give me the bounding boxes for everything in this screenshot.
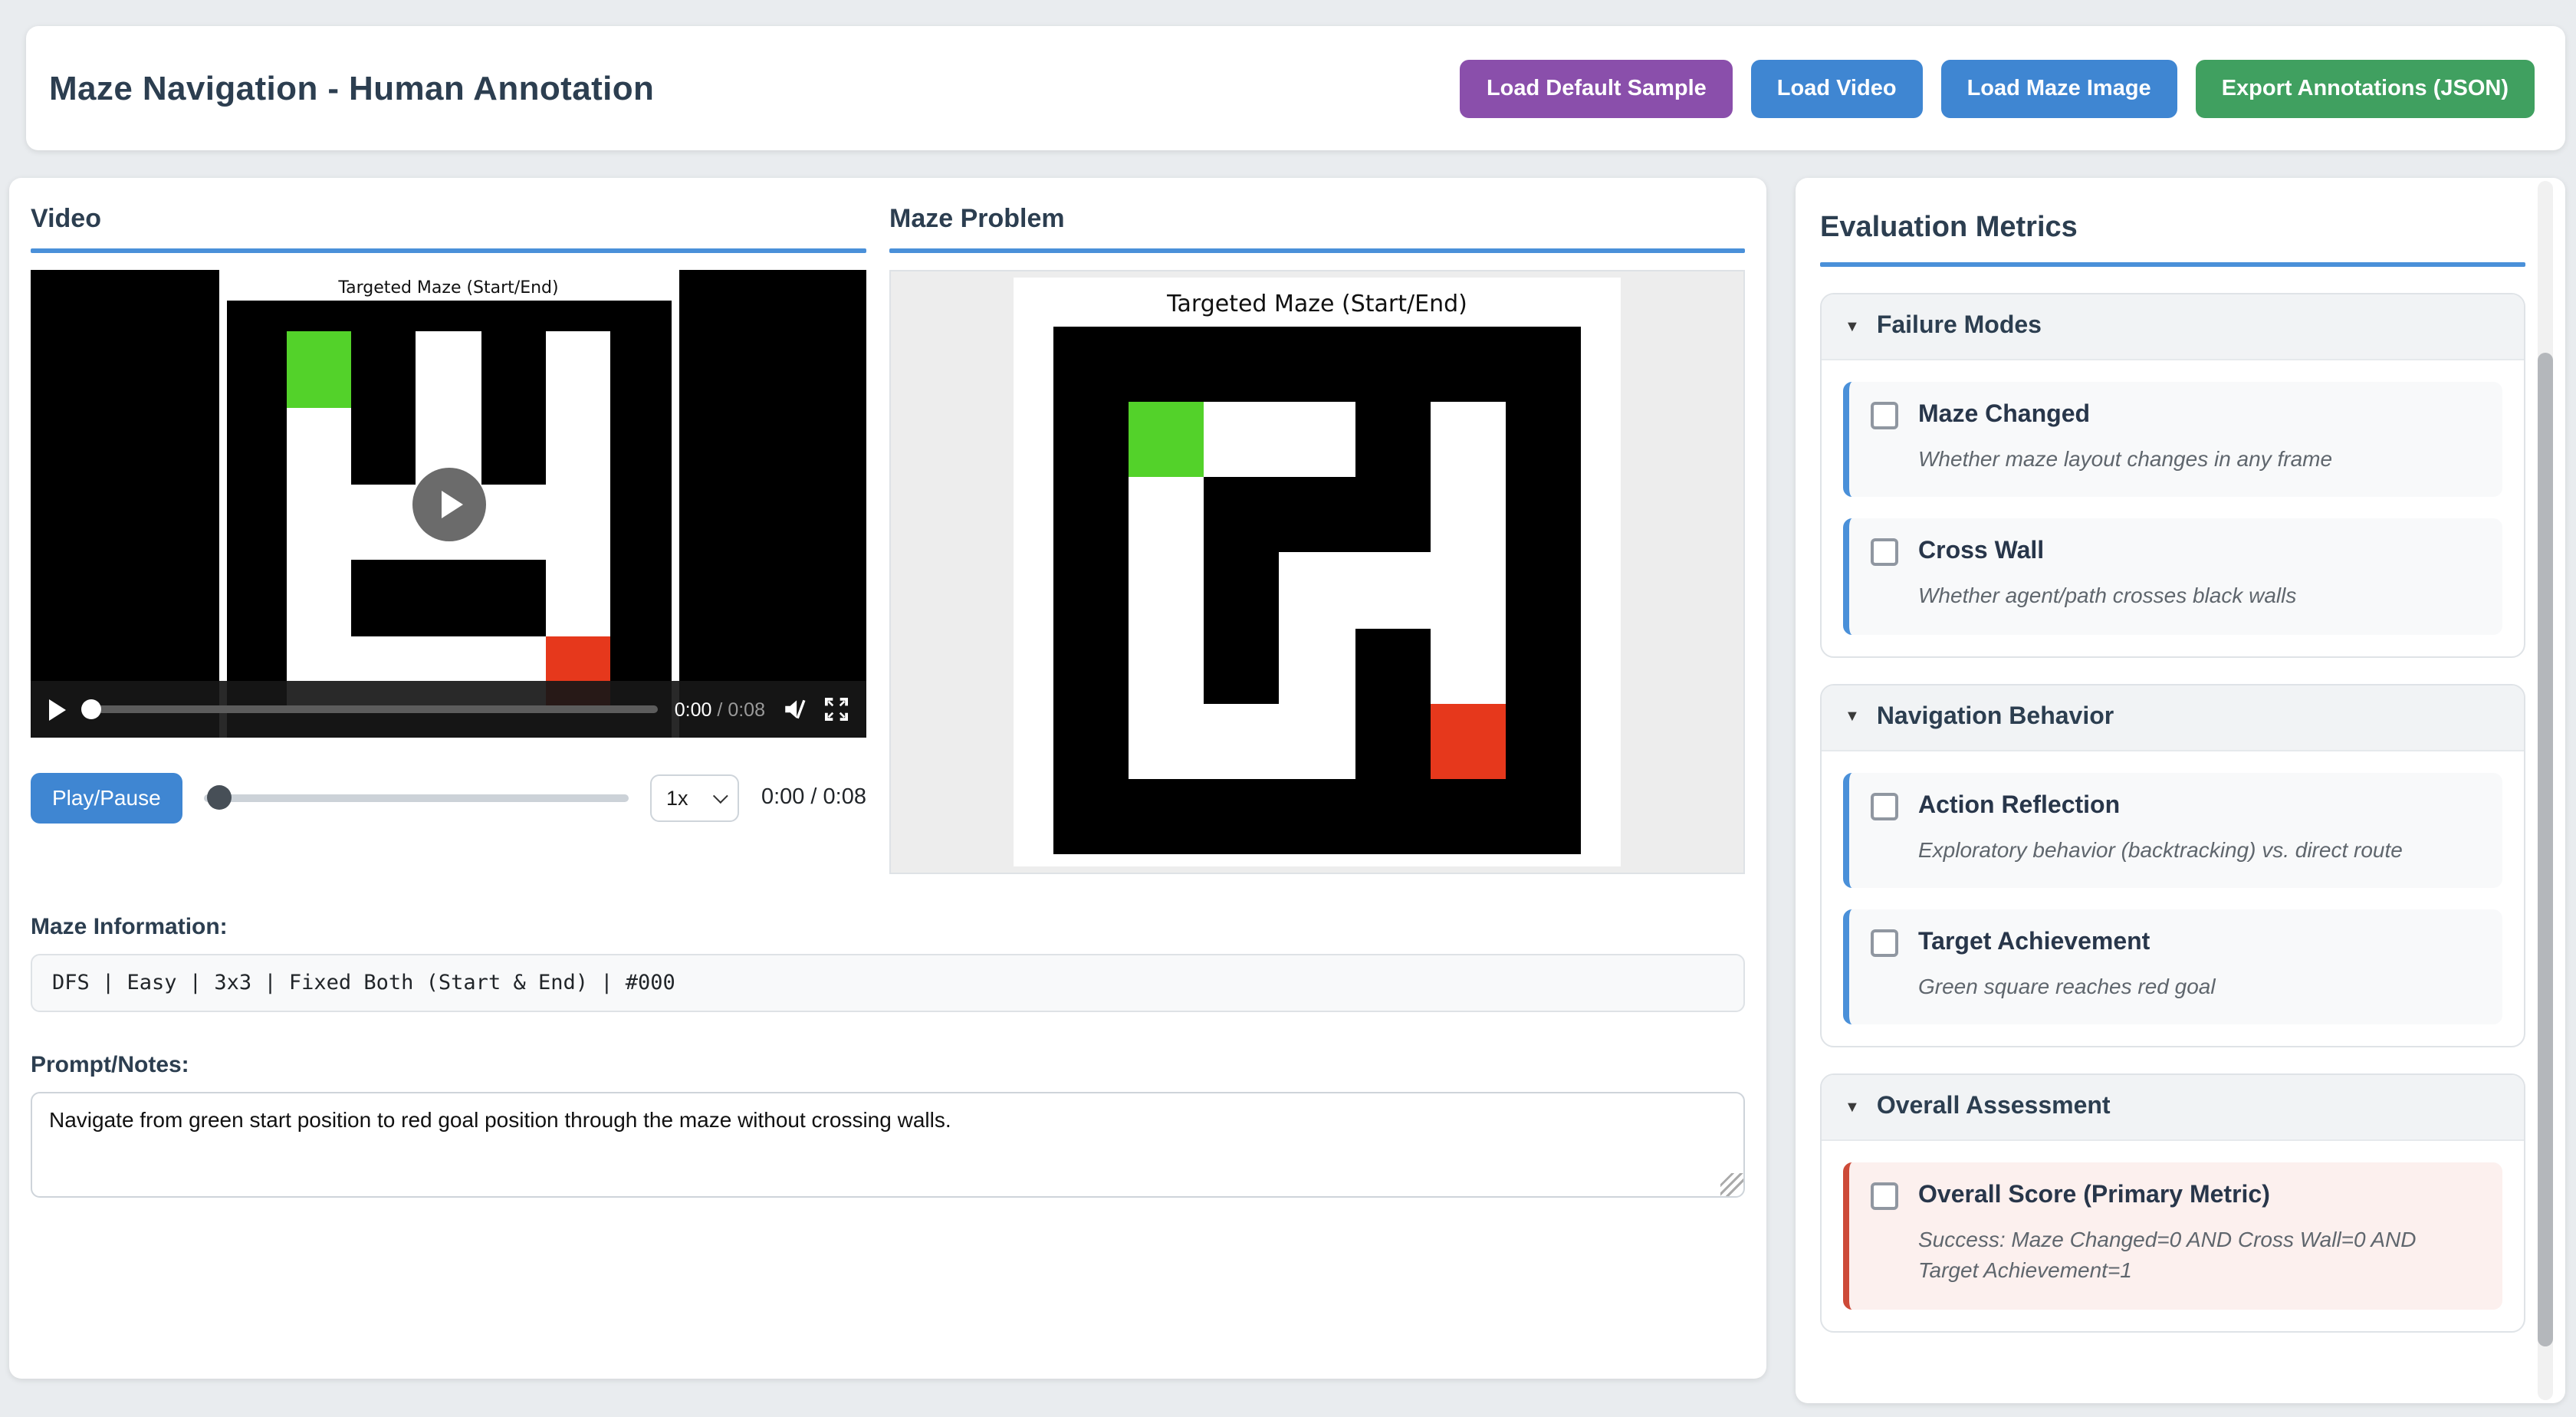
header-bar: Maze Navigation - Human Annotation Load …	[26, 26, 2565, 150]
section-navigation-behavior: ▼ Navigation Behavior Action Reflection …	[1820, 683, 2525, 1047]
seek-slider[interactable]	[204, 785, 629, 810]
chevron-down-icon	[714, 787, 729, 803]
section-body: Maze Changed Whether maze layout changes…	[1822, 360, 2524, 656]
load-maze-image-button[interactable]: Load Maze Image	[1941, 59, 2177, 117]
video-panel-underline	[31, 248, 866, 253]
maze-problem-box: Targeted Maze (Start/End)	[889, 270, 1745, 874]
section-failure-modes: ▼ Failure Modes Maze Changed Whether maz…	[1820, 293, 2525, 657]
prompt-notes-textarea[interactable]: Navigate from green start position to re…	[31, 1092, 1745, 1198]
metric-description: Green square reaches red goal	[1918, 971, 2481, 1002]
play-pause-button[interactable]: Play/Pause	[31, 772, 182, 823]
video-progress-bar[interactable]	[83, 705, 658, 713]
metrics-scrollbar-track[interactable]	[2538, 181, 2553, 1400]
metric-item-target-achievement: Target Achievement Green square reaches …	[1843, 909, 2502, 1025]
seek-slider-thumb[interactable]	[207, 785, 232, 810]
video-time-display: 0:00 / 0:08	[675, 699, 765, 720]
collapse-triangle-icon: ▼	[1845, 708, 1860, 725]
maze-problem-figure: Targeted Maze (Start/End)	[1014, 278, 1621, 866]
metric-description: Whether agent/path crosses black walls	[1918, 580, 2481, 612]
metric-item-action-reflection: Action Reflection Exploratory behavior (…	[1843, 772, 2502, 888]
metrics-scrollbar-thumb[interactable]	[2538, 353, 2553, 1346]
evaluation-metrics-panel: Evaluation Metrics ▼ Failure Modes Maze …	[1796, 178, 2565, 1403]
playback-controls-row: Play/Pause 1x 0:00 / 0:08	[31, 771, 866, 824]
metric-description: Success: Maze Changed=0 AND Cross Wall=0…	[1918, 1224, 2481, 1286]
section-header-failure-modes[interactable]: ▼ Failure Modes	[1822, 294, 2524, 360]
fullscreen-icon[interactable]	[825, 698, 848, 721]
maze-problem-graphic	[1053, 327, 1581, 854]
playback-speed-value: 1x	[666, 786, 688, 809]
video-control-bar: 0:00 / 0:08	[31, 681, 866, 738]
play-icon[interactable]	[49, 699, 66, 720]
maze-problem-underline	[889, 248, 1745, 253]
section-overall-assessment: ▼ Overall Assessment Overall Score (Prim…	[1820, 1073, 2525, 1332]
collapse-triangle-icon: ▼	[1845, 318, 1860, 335]
section-title: Navigation Behavior	[1877, 703, 2114, 731]
playback-speed-select[interactable]: 1x	[651, 774, 740, 821]
video-panel: Video Targeted Maze (Start/End)	[31, 199, 866, 874]
video-progress-knob[interactable]	[81, 699, 101, 719]
section-title: Overall Assessment	[1877, 1093, 2111, 1121]
mute-icon[interactable]	[782, 696, 808, 722]
metric-label: Cross Wall	[1918, 539, 2044, 567]
maze-information-label: Maze Information:	[31, 914, 1745, 940]
maze-problem-title: Maze Problem	[889, 199, 1745, 235]
load-default-sample-button[interactable]: Load Default Sample	[1460, 59, 1733, 117]
playback-time-display: 0:00 / 0:08	[761, 785, 866, 810]
video-current-time: 0:00	[675, 699, 712, 720]
maze-information-value: DFS | Easy | 3x3 | Fixed Both (Start & E…	[31, 954, 1745, 1012]
action-reflection-checkbox[interactable]	[1871, 792, 1898, 820]
export-annotations-button[interactable]: Export Annotations (JSON)	[2196, 59, 2535, 117]
video-play-overlay-button[interactable]	[412, 467, 485, 541]
overall-score-checkbox[interactable]	[1871, 1182, 1898, 1210]
collapse-triangle-icon: ▼	[1845, 1099, 1860, 1116]
maze-problem-panel: Maze Problem Targeted Maze (Start/End)	[889, 199, 1745, 874]
metric-label: Overall Score (Primary Metric)	[1918, 1182, 2270, 1210]
metric-label: Action Reflection	[1918, 792, 2120, 820]
video-figure-title: Targeted Maze (Start/End)	[226, 273, 671, 301]
metric-item-overall-score: Overall Score (Primary Metric) Success: …	[1843, 1162, 2502, 1309]
target-achievement-checkbox[interactable]	[1871, 929, 1898, 957]
page-title: Maze Navigation - Human Annotation	[49, 68, 654, 108]
evaluation-metrics-underline	[1820, 262, 2525, 267]
section-header-navigation-behavior[interactable]: ▼ Navigation Behavior	[1822, 685, 2524, 751]
header-buttons: Load Default Sample Load Video Load Maze…	[1460, 59, 2535, 117]
maze-figure-title: Targeted Maze (Start/End)	[1167, 284, 1467, 327]
metric-label: Maze Changed	[1918, 402, 2090, 429]
play-icon	[441, 490, 462, 518]
video-panel-title: Video	[31, 199, 866, 235]
evaluation-metrics-title: Evaluation Metrics	[1820, 202, 2525, 245]
metric-item-maze-changed: Maze Changed Whether maze layout changes…	[1843, 382, 2502, 498]
video-duration: 0:08	[728, 699, 765, 720]
time-separator: /	[717, 699, 722, 720]
metric-description: Whether maze layout changes in any frame	[1918, 443, 2481, 475]
app-viewport: Maze Navigation - Human Annotation Load …	[0, 0, 2576, 1417]
metric-item-cross-wall: Cross Wall Whether agent/path crosses bl…	[1843, 519, 2502, 635]
section-body: Overall Score (Primary Metric) Success: …	[1822, 1141, 2524, 1330]
prompt-notes-label: Prompt/Notes:	[31, 1052, 1745, 1078]
section-body: Action Reflection Exploratory behavior (…	[1822, 751, 2524, 1046]
maze-changed-checkbox[interactable]	[1871, 402, 1898, 429]
annotation-workspace: Video Targeted Maze (Start/End)	[9, 178, 1766, 1379]
section-header-overall-assessment[interactable]: ▼ Overall Assessment	[1822, 1075, 2524, 1141]
metric-label: Target Achievement	[1918, 929, 2150, 957]
metric-description: Exploratory behavior (backtracking) vs. …	[1918, 833, 2481, 865]
video-player[interactable]: Targeted Maze (Start/End) 0:00 / 0:08	[31, 270, 866, 738]
seek-slider-track	[204, 794, 629, 802]
cross-wall-checkbox[interactable]	[1871, 539, 1898, 567]
load-video-button[interactable]: Load Video	[1751, 59, 1923, 117]
section-title: Failure Modes	[1877, 313, 2042, 340]
